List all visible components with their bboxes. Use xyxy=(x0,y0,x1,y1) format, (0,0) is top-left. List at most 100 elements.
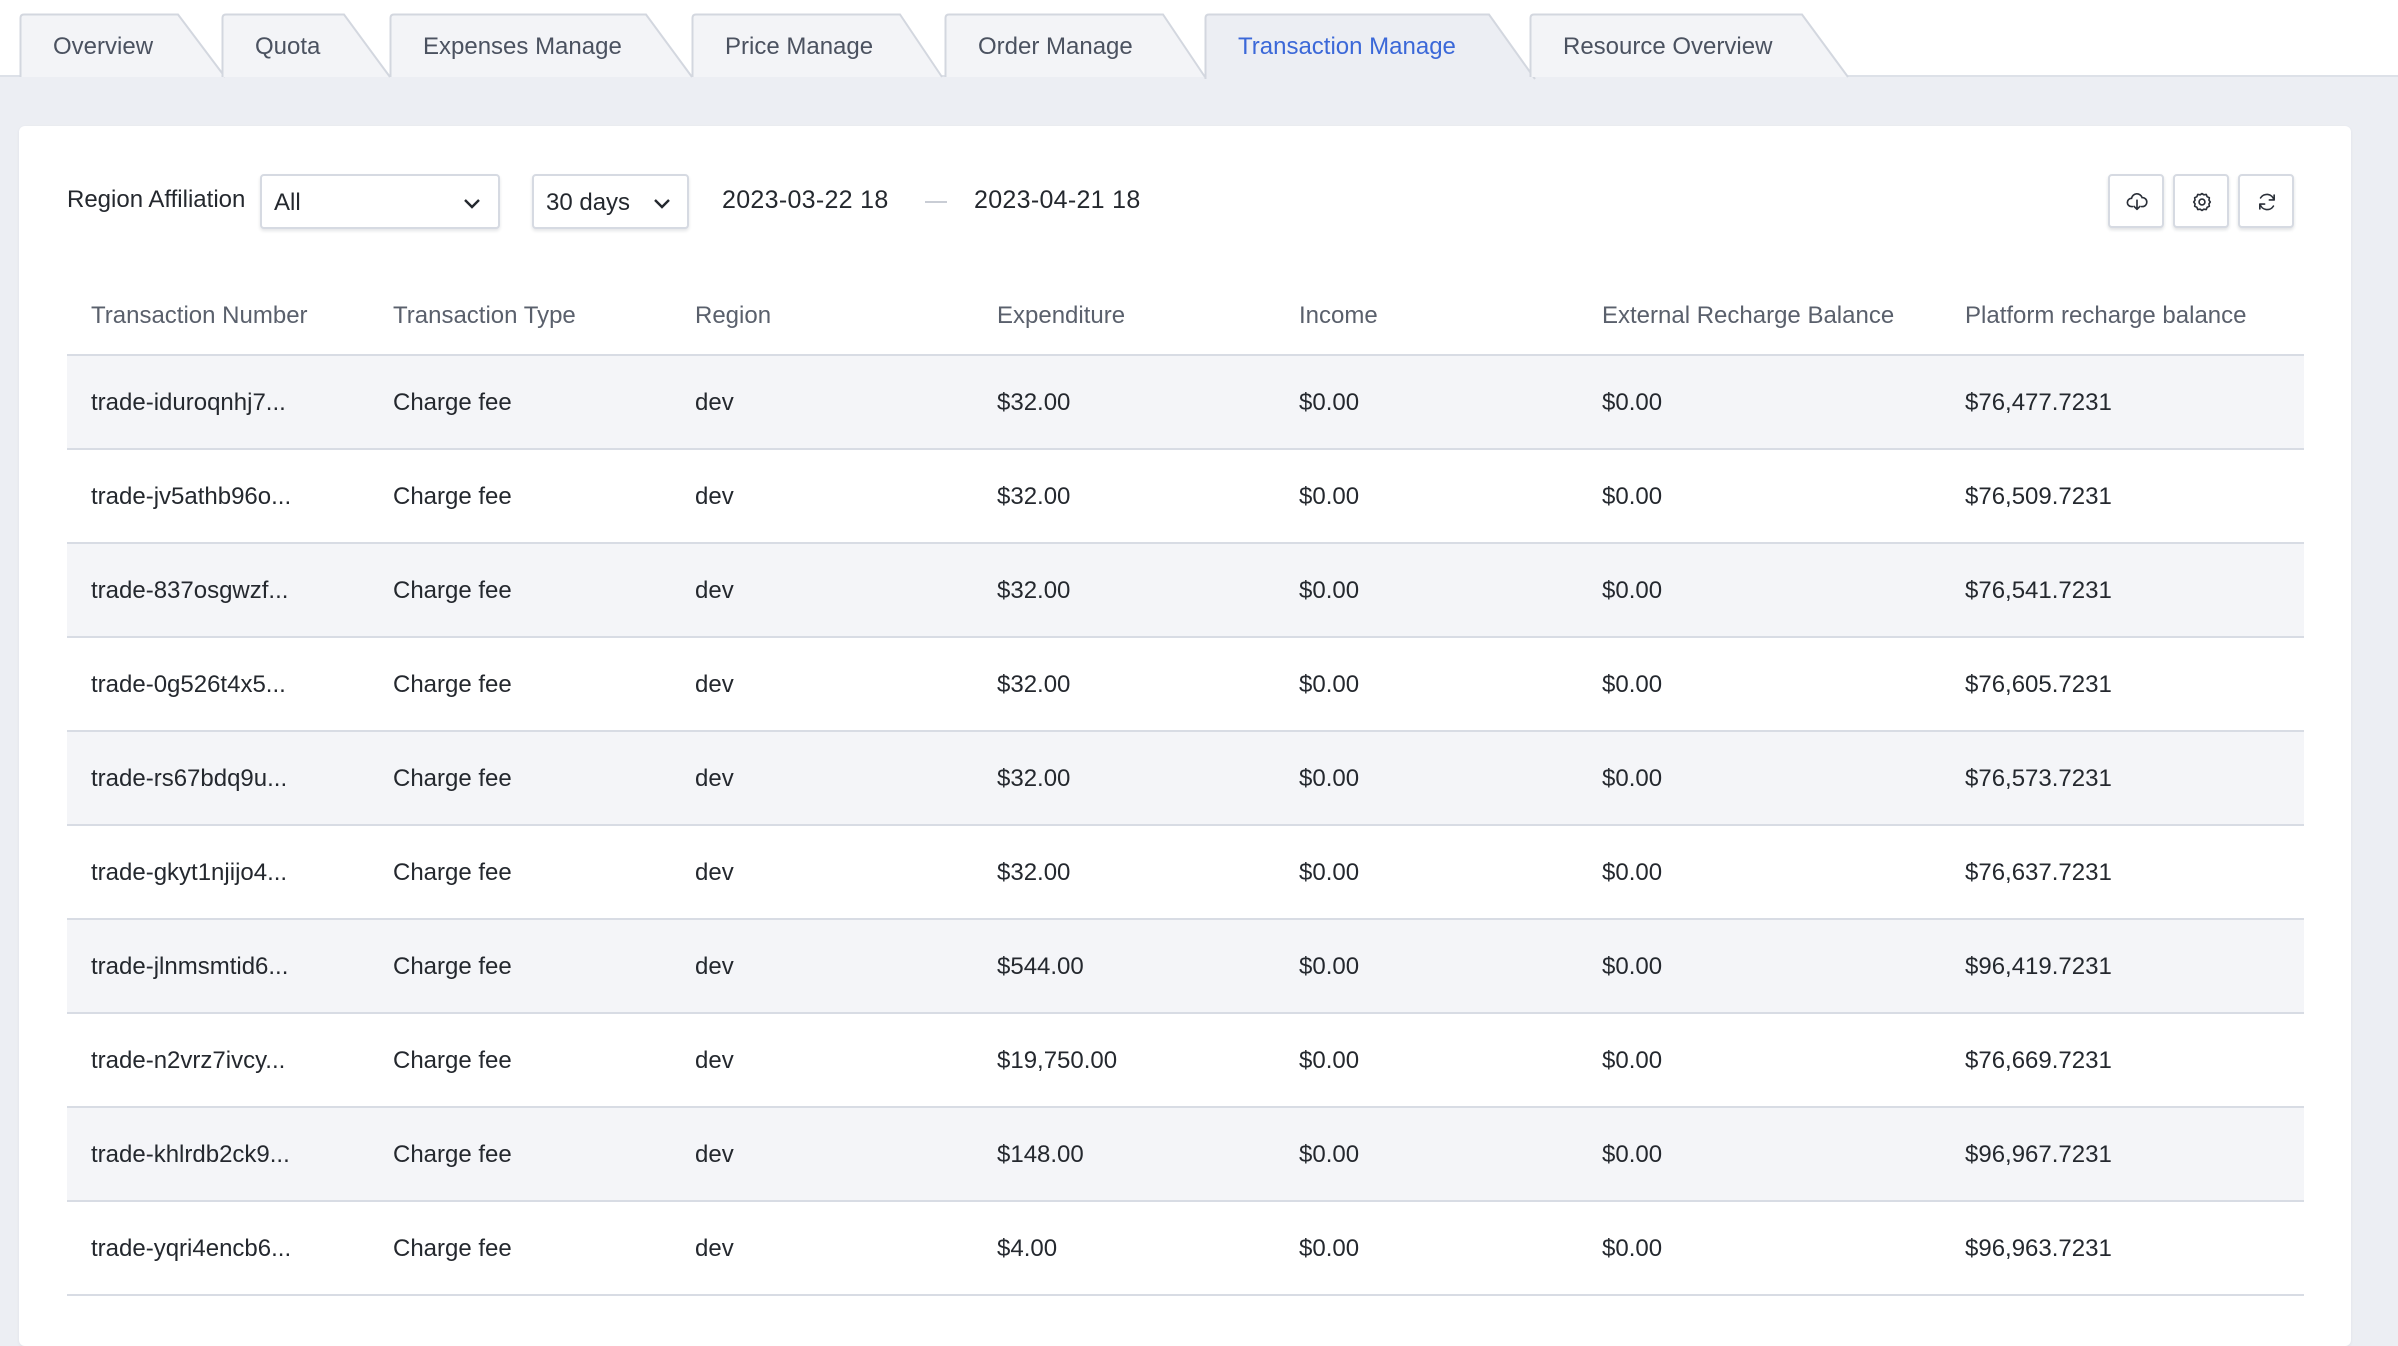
external-recharge-balance-cell: $0.00 xyxy=(1602,671,1663,698)
tab-quota[interactable]: Quota xyxy=(221,13,391,78)
cloud-download-icon xyxy=(2126,193,2148,211)
period-select-value: 30 days xyxy=(546,189,631,216)
transaction-type-cell: Charge fee xyxy=(393,859,512,886)
transaction-type-cell: Charge fee xyxy=(393,483,512,510)
table-row[interactable]: trade-jlnmsmtid6... Charge fee dev $544.… xyxy=(67,920,2304,1014)
transaction-number-cell[interactable]: trade-0g526t4x5... xyxy=(91,671,286,699)
transaction-number-cell[interactable]: trade-n2vrz7ivcy... xyxy=(91,1047,285,1075)
settings-button[interactable] xyxy=(2173,174,2229,228)
external-recharge-balance-cell: $0.00 xyxy=(1602,389,1663,416)
tab-label: Transaction Manage xyxy=(1238,33,1456,60)
table-row[interactable]: trade-0g526t4x5... Charge fee dev $32.00… xyxy=(67,638,2304,732)
tab-expenses-manage[interactable]: Expenses Manage xyxy=(389,13,693,78)
tab-transaction-manage[interactable]: Transaction Manage xyxy=(1204,13,1536,80)
transaction-number-cell[interactable]: trade-rs67bdq9u... xyxy=(91,765,287,793)
date-end[interactable]: 2023-04-21 18 xyxy=(974,186,1141,215)
table-row[interactable]: trade-gkyt1njijo4... Charge fee dev $32.… xyxy=(67,826,2304,920)
date-start[interactable]: 2023-03-22 18 xyxy=(722,186,889,215)
column-header[interactable]: Transaction Type xyxy=(393,302,576,330)
transaction-table: Transaction Number Transaction Type Regi… xyxy=(67,274,2304,1296)
column-header[interactable]: Region xyxy=(695,302,771,330)
region-cell: dev xyxy=(695,483,734,510)
region-cell: dev xyxy=(695,1235,734,1262)
table-row[interactable]: trade-iduroqnhj7... Charge fee dev $32.0… xyxy=(67,356,2304,450)
external-recharge-balance-cell: $0.00 xyxy=(1602,1235,1663,1262)
platform-recharge-balance-cell: $76,477.7231 xyxy=(1965,389,2112,416)
income-cell: $0.00 xyxy=(1299,1235,1360,1262)
external-recharge-balance-cell: $0.00 xyxy=(1602,953,1663,980)
transaction-number-cell[interactable]: trade-837osgwzf... xyxy=(91,577,288,605)
table-row[interactable]: trade-837osgwzf... Charge fee dev $32.00… xyxy=(67,544,2304,638)
table-row[interactable]: trade-yqri4encb6... Charge fee dev $4.00… xyxy=(67,1202,2304,1296)
platform-recharge-balance-cell: $76,669.7231 xyxy=(1965,1047,2112,1074)
income-cell: $0.00 xyxy=(1299,1047,1360,1074)
external-recharge-balance-cell: $0.00 xyxy=(1602,577,1663,604)
tab-order-manage[interactable]: Order Manage xyxy=(944,13,1206,78)
column-header[interactable]: Platform recharge balance xyxy=(1965,302,2246,330)
transaction-type-cell: Charge fee xyxy=(393,1047,512,1074)
transaction-number-cell[interactable]: trade-yqri4encb6... xyxy=(91,1235,291,1263)
expenditure-cell: $4.00 xyxy=(997,1235,1058,1262)
table-row[interactable]: trade-n2vrz7ivcy... Charge fee dev $19,7… xyxy=(67,1014,2304,1108)
expenditure-cell: $544.00 xyxy=(997,953,1084,980)
tab-label: Resource Overview xyxy=(1563,33,1773,60)
date-range-separator xyxy=(925,201,947,203)
column-header[interactable]: Transaction Number xyxy=(91,302,308,330)
tab-label: Expenses Manage xyxy=(423,33,622,60)
platform-recharge-balance-cell: $76,573.7231 xyxy=(1965,765,2112,792)
platform-recharge-balance-cell: $76,541.7231 xyxy=(1965,577,2112,604)
income-cell: $0.00 xyxy=(1299,389,1360,416)
tab-bar: Overview Quota Expenses Manage Price Man… xyxy=(0,0,2398,80)
external-recharge-balance-cell: $0.00 xyxy=(1602,765,1663,792)
transaction-number-cell[interactable]: trade-khlrdb2ck9... xyxy=(91,1141,290,1169)
refresh-icon xyxy=(2259,193,2275,211)
transaction-type-cell: Charge fee xyxy=(393,389,512,416)
period-select[interactable]: 30 days xyxy=(532,174,689,229)
table-row[interactable]: trade-rs67bdq9u... Charge fee dev $32.00… xyxy=(67,732,2304,826)
region-cell: dev xyxy=(695,859,734,886)
platform-recharge-balance-cell: $76,605.7231 xyxy=(1965,671,2112,698)
region-cell: dev xyxy=(695,953,734,980)
platform-recharge-balance-cell: $96,419.7231 xyxy=(1965,953,2112,980)
chevron-down-icon xyxy=(464,199,480,209)
column-header[interactable]: Expenditure xyxy=(997,302,1125,330)
column-header[interactable]: External Recharge Balance xyxy=(1602,302,1894,330)
income-cell: $0.00 xyxy=(1299,577,1360,604)
transaction-number-cell[interactable]: trade-jv5athb96o... xyxy=(91,483,291,511)
column-header[interactable]: Income xyxy=(1299,302,1378,330)
tab-resource-overview[interactable]: Resource Overview xyxy=(1529,13,1849,78)
external-recharge-balance-cell: $0.00 xyxy=(1602,1141,1663,1168)
external-recharge-balance-cell: $0.00 xyxy=(1602,859,1663,886)
region-select[interactable]: All xyxy=(260,174,500,229)
table-row[interactable]: trade-khlrdb2ck9... Charge fee dev $148.… xyxy=(67,1108,2304,1202)
transaction-number-cell[interactable]: trade-iduroqnhj7... xyxy=(91,389,286,417)
income-cell: $0.00 xyxy=(1299,765,1360,792)
region-cell: dev xyxy=(695,671,734,698)
expenditure-cell: $32.00 xyxy=(997,671,1071,698)
external-recharge-balance-cell: $0.00 xyxy=(1602,483,1663,510)
tab-price-manage[interactable]: Price Manage xyxy=(691,13,943,78)
income-cell: $0.00 xyxy=(1299,483,1360,510)
region-affiliation-label: Region Affiliation xyxy=(67,186,246,213)
platform-recharge-balance-cell: $76,509.7231 xyxy=(1965,483,2112,510)
expenditure-cell: $32.00 xyxy=(997,765,1071,792)
expenditure-cell: $32.00 xyxy=(997,859,1071,886)
download-button[interactable] xyxy=(2108,174,2164,228)
expenditure-cell: $32.00 xyxy=(997,483,1071,510)
tab-label: Quota xyxy=(255,33,321,60)
tab-label: Overview xyxy=(53,33,154,60)
tab-label: Order Manage xyxy=(978,33,1133,60)
region-select-value: All xyxy=(274,189,301,216)
transaction-type-cell: Charge fee xyxy=(393,671,512,698)
tab-overview[interactable]: Overview xyxy=(19,13,226,78)
external-recharge-balance-cell: $0.00 xyxy=(1602,1047,1663,1074)
refresh-button[interactable] xyxy=(2238,174,2294,228)
income-cell: $0.00 xyxy=(1299,671,1360,698)
table-row[interactable]: trade-jv5athb96o... Charge fee dev $32.0… xyxy=(67,450,2304,544)
income-cell: $0.00 xyxy=(1299,859,1360,886)
table-header: Transaction Number Transaction Type Regi… xyxy=(67,274,2304,356)
region-cell: dev xyxy=(695,1141,734,1168)
transaction-number-cell[interactable]: trade-jlnmsmtid6... xyxy=(91,953,288,981)
transaction-number-cell[interactable]: trade-gkyt1njijo4... xyxy=(91,859,287,887)
expenditure-cell: $19,750.00 xyxy=(997,1047,1118,1074)
